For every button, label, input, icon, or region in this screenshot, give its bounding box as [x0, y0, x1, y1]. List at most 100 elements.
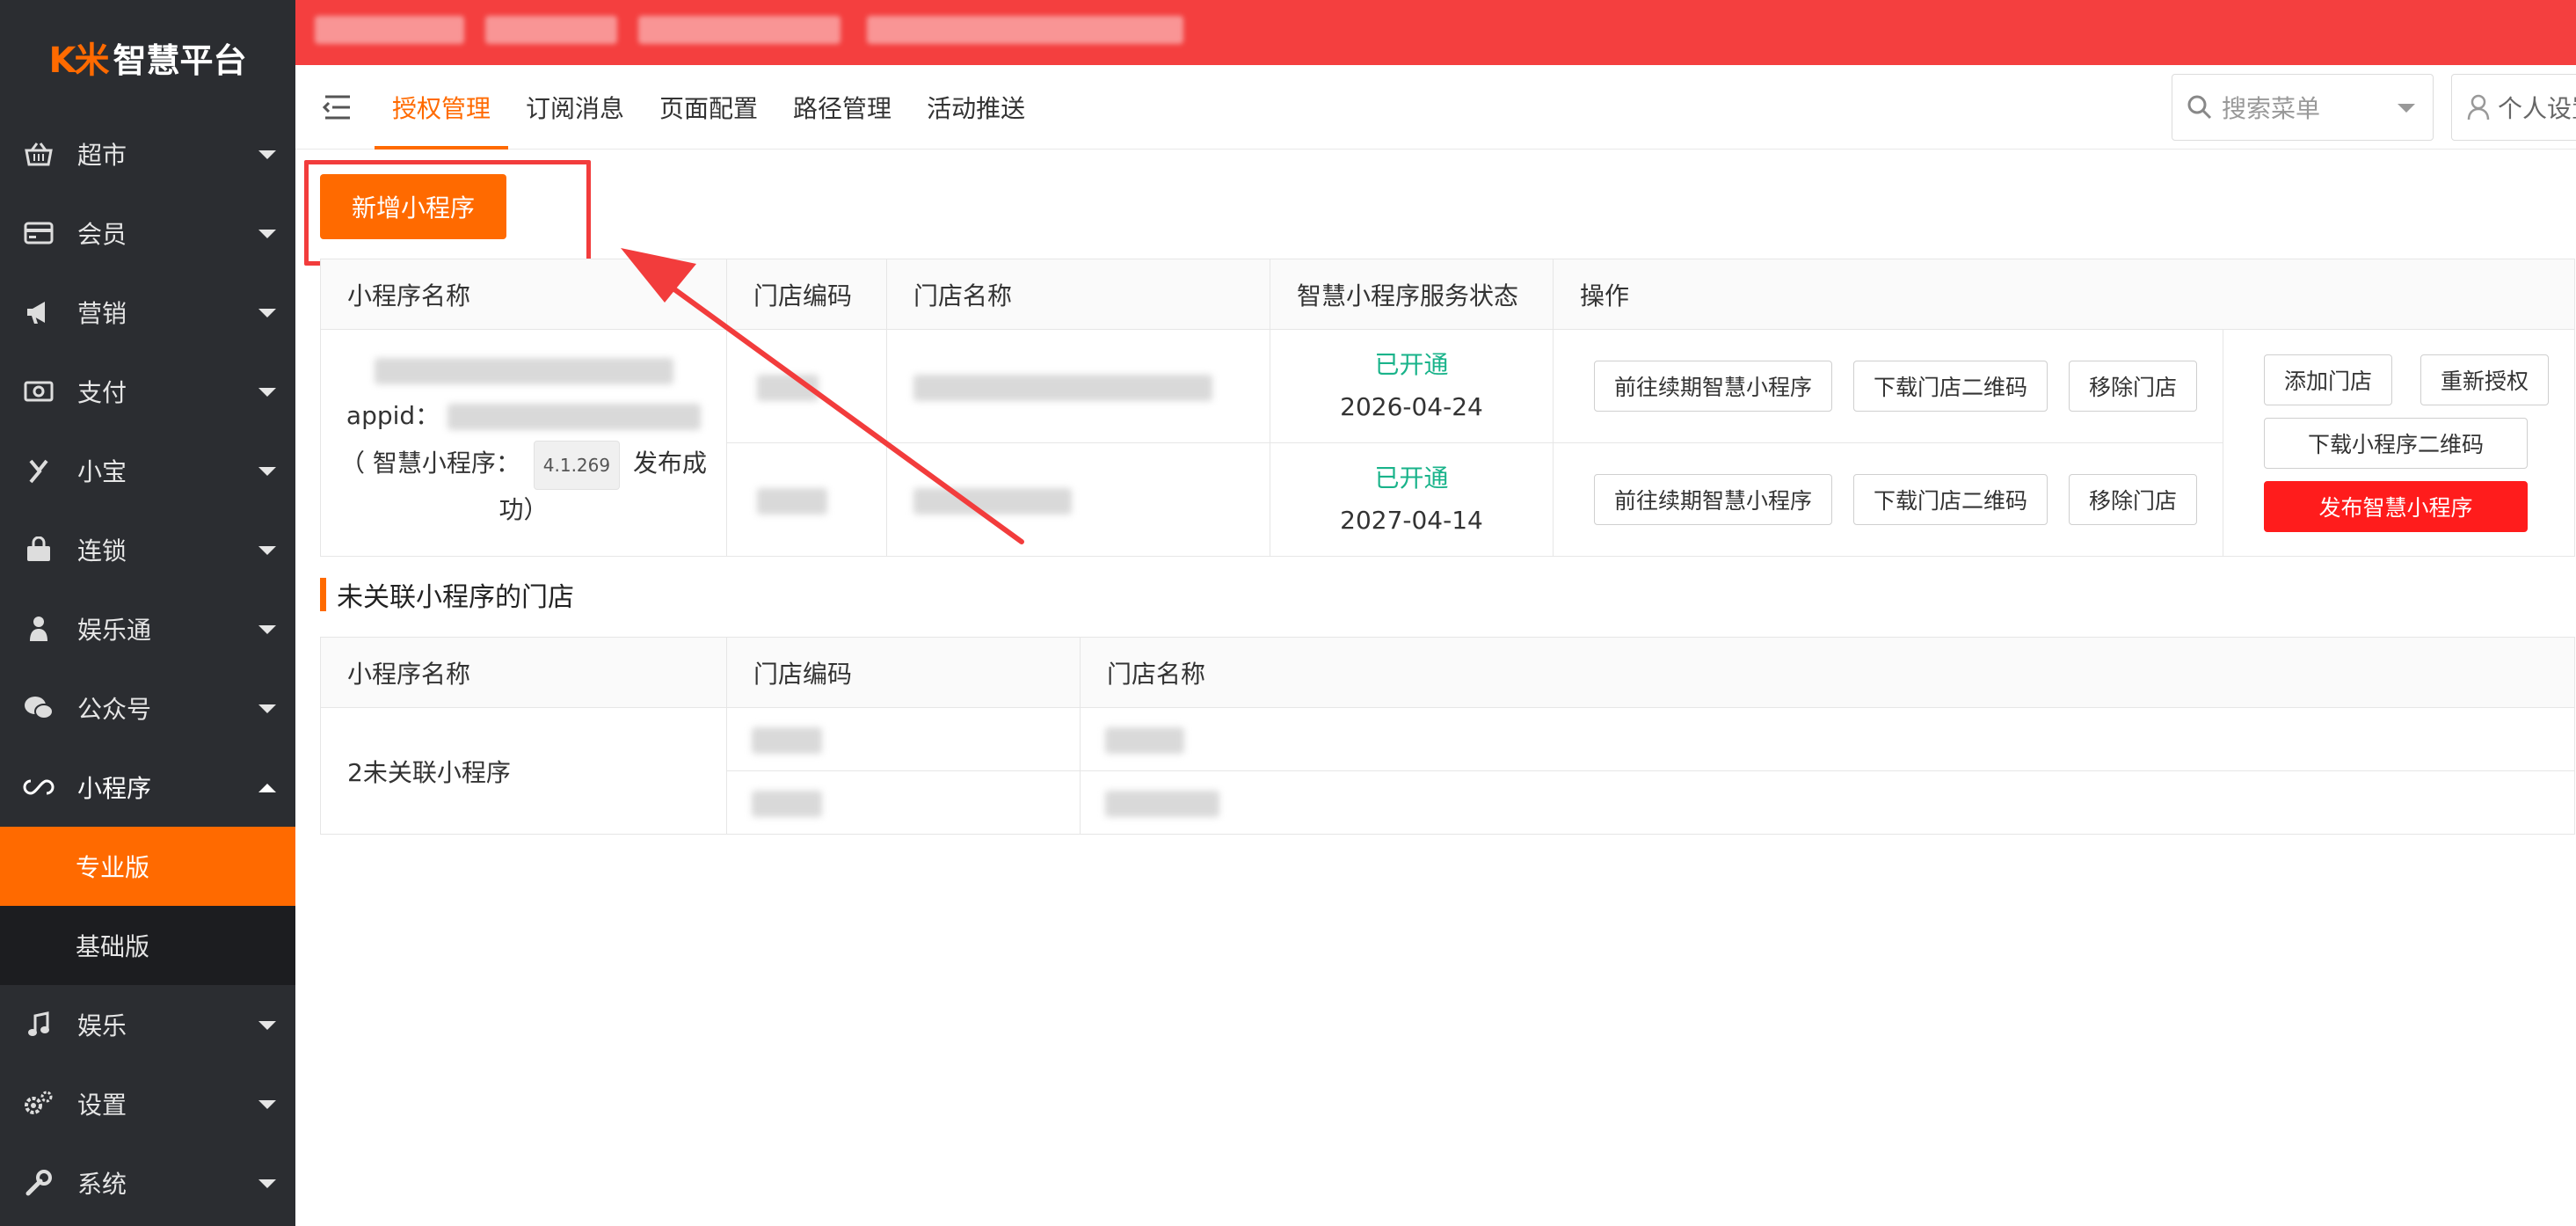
- blurred-text: [752, 791, 822, 817]
- blurred-text: [867, 16, 1183, 44]
- store-name-cell: [1080, 707, 2575, 771]
- download-store-qr-button[interactable]: 下载门店二维码: [1853, 474, 2048, 525]
- top-banner: [295, 0, 2576, 65]
- sidebar-item-xiaobao[interactable]: 小宝: [0, 431, 295, 510]
- app-actions-cell: 添加门店 重新授权 下载小程序二维码 发布智慧小程序: [2223, 329, 2575, 557]
- chevron-down-icon: [258, 388, 276, 397]
- card-icon: [21, 215, 56, 251]
- col-header: 智慧小程序服务状态: [1270, 259, 1554, 330]
- chevron-up-icon: [258, 784, 276, 792]
- expire-date: 2027-04-14: [1340, 506, 1483, 535]
- table-header-row: 小程序名称 门店编码 门店名称 智慧小程序服务状态 操作: [320, 259, 2575, 330]
- chevron-down-icon: [258, 467, 276, 476]
- tab-activity-push[interactable]: 活动推送: [909, 65, 1043, 150]
- tab-page-config[interactable]: 页面配置: [642, 65, 775, 150]
- sidebar-item-member[interactable]: 会员: [0, 193, 295, 273]
- col-header: 小程序名称: [320, 259, 727, 330]
- blurred-text: [913, 374, 1212, 401]
- tab-path-management[interactable]: 路径管理: [775, 65, 909, 150]
- sidebar-item-label: 连锁: [77, 536, 127, 566]
- reauthorize-button[interactable]: 重新授权: [2420, 354, 2550, 405]
- bag-icon: [21, 532, 56, 567]
- status-text: 已开通: [1374, 463, 1449, 493]
- blurred-text: [757, 374, 819, 401]
- store-code-cell: [726, 329, 887, 443]
- table-row: appid： （ 智慧小程序： 4.1.269 发布成功） 已开通 2026-0…: [320, 329, 2575, 557]
- search-icon: [2187, 94, 2213, 120]
- remove-store-button[interactable]: 移除门店: [2069, 474, 2198, 525]
- sidebar-item-chain[interactable]: 连锁: [0, 510, 295, 589]
- row-actions-cell: 前往续期智慧小程序 下载门店二维码 移除门店: [1553, 442, 2223, 557]
- unlinked-table: 小程序名称 门店编码 门店名称 2未关联小程序: [320, 637, 2575, 835]
- col-header: 门店名称: [1080, 637, 2575, 708]
- chevron-down-icon: [258, 230, 276, 238]
- sidebar-item-label: 会员: [77, 220, 127, 249]
- sidebar-item-miniprogram[interactable]: 小程序: [0, 748, 295, 827]
- cash-icon: [21, 374, 56, 409]
- sidebar-item-system[interactable]: 系统: [0, 1143, 295, 1222]
- gears-icon: [21, 1086, 56, 1121]
- user-icon: [2466, 94, 2491, 120]
- blurred-text: [448, 404, 702, 430]
- renew-button[interactable]: 前往续期智慧小程序: [1594, 361, 1833, 412]
- tab-bar: 授权管理 订阅消息 页面配置 路径管理 活动推送 搜索菜单 个人设置: [295, 65, 2576, 150]
- chevron-down-icon: [2398, 104, 2415, 113]
- blurred-text: [1105, 791, 1219, 817]
- publish-miniprogram-button[interactable]: 发布智慧小程序: [2264, 480, 2528, 532]
- remove-store-button[interactable]: 移除门店: [2069, 361, 2198, 412]
- personal-settings-button[interactable]: 个人设置: [2451, 74, 2576, 141]
- bot-icon: [21, 453, 56, 488]
- version-tag: 4.1.269: [533, 441, 621, 490]
- annotation-highlight-box: [304, 160, 591, 266]
- figure-icon: [21, 611, 56, 646]
- sidebar-item-payment[interactable]: 支付: [0, 352, 295, 431]
- blurred-text: [315, 16, 464, 44]
- sidebar-subitem-pro[interactable]: 专业版: [0, 827, 295, 906]
- search-placeholder: 搜索菜单: [2222, 94, 2321, 123]
- tab-authorization[interactable]: 授权管理: [375, 65, 509, 150]
- collapse-menu-icon[interactable]: [320, 93, 355, 121]
- basket-icon: [21, 136, 56, 171]
- sidebar-item-label: 小程序: [77, 774, 152, 803]
- sidebar-item-label: 娱乐通: [77, 616, 152, 645]
- sidebar-item-supermarket[interactable]: 超市: [0, 114, 295, 193]
- blurred-text: [638, 16, 840, 44]
- megaphone-icon: [21, 295, 56, 330]
- chevron-down-icon: [258, 1021, 276, 1030]
- renew-button[interactable]: 前往续期智慧小程序: [1594, 474, 1833, 525]
- store-code-cell: [726, 442, 887, 557]
- download-store-qr-button[interactable]: 下载门店二维码: [1853, 361, 2048, 412]
- sidebar-item-label: 支付: [77, 378, 127, 407]
- tab-subscription[interactable]: 订阅消息: [508, 65, 642, 150]
- section-accent-bar: [320, 578, 326, 611]
- chevron-down-icon: [258, 1100, 276, 1109]
- store-code-cell: [726, 770, 1081, 835]
- add-store-button[interactable]: 添加门店: [2264, 354, 2393, 405]
- app-desc-prefix: （ 智慧小程序：: [339, 449, 520, 478]
- sidebar-item-label: 小宝: [77, 457, 127, 486]
- sidebar-subitem-basic[interactable]: 基础版: [0, 906, 295, 985]
- sidebar-item-entertainment-pass[interactable]: 娱乐通: [0, 589, 295, 668]
- table-header-row: 小程序名称 门店编码 门店名称: [320, 637, 2575, 708]
- wrench-icon: [21, 1165, 56, 1200]
- logo[interactable]: K米 智慧平台: [0, 0, 295, 114]
- sidebar-item-settings[interactable]: 设置: [0, 1064, 295, 1143]
- table-row: 2未关联小程序: [320, 707, 2575, 835]
- store-code-cell: [726, 707, 1081, 771]
- sidebar-item-label: 系统: [77, 1170, 127, 1199]
- sidebar-item-label: 公众号: [77, 695, 152, 724]
- blurred-text: [1105, 727, 1184, 754]
- app-name-cell: appid： （ 智慧小程序： 4.1.269 发布成功）: [320, 329, 727, 557]
- sidebar-item-marketing[interactable]: 营销: [0, 273, 295, 352]
- sidebar-item-official-account[interactable]: 公众号: [0, 668, 295, 748]
- search-menu-input[interactable]: 搜索菜单: [2172, 74, 2434, 141]
- download-miniprogram-qr-button[interactable]: 下载小程序二维码: [2264, 417, 2528, 469]
- sidebar-item-entertainment[interactable]: 娱乐: [0, 985, 295, 1064]
- logo-text: 智慧平台: [113, 40, 247, 80]
- wechat-icon: [21, 690, 56, 726]
- section-title-text: 未关联小程序的门店: [337, 582, 574, 613]
- store-name-cell: [886, 442, 1270, 557]
- sidebar-item-label: 营销: [77, 299, 127, 328]
- chevron-down-icon: [258, 309, 276, 317]
- store-name-cell: [1080, 770, 2575, 835]
